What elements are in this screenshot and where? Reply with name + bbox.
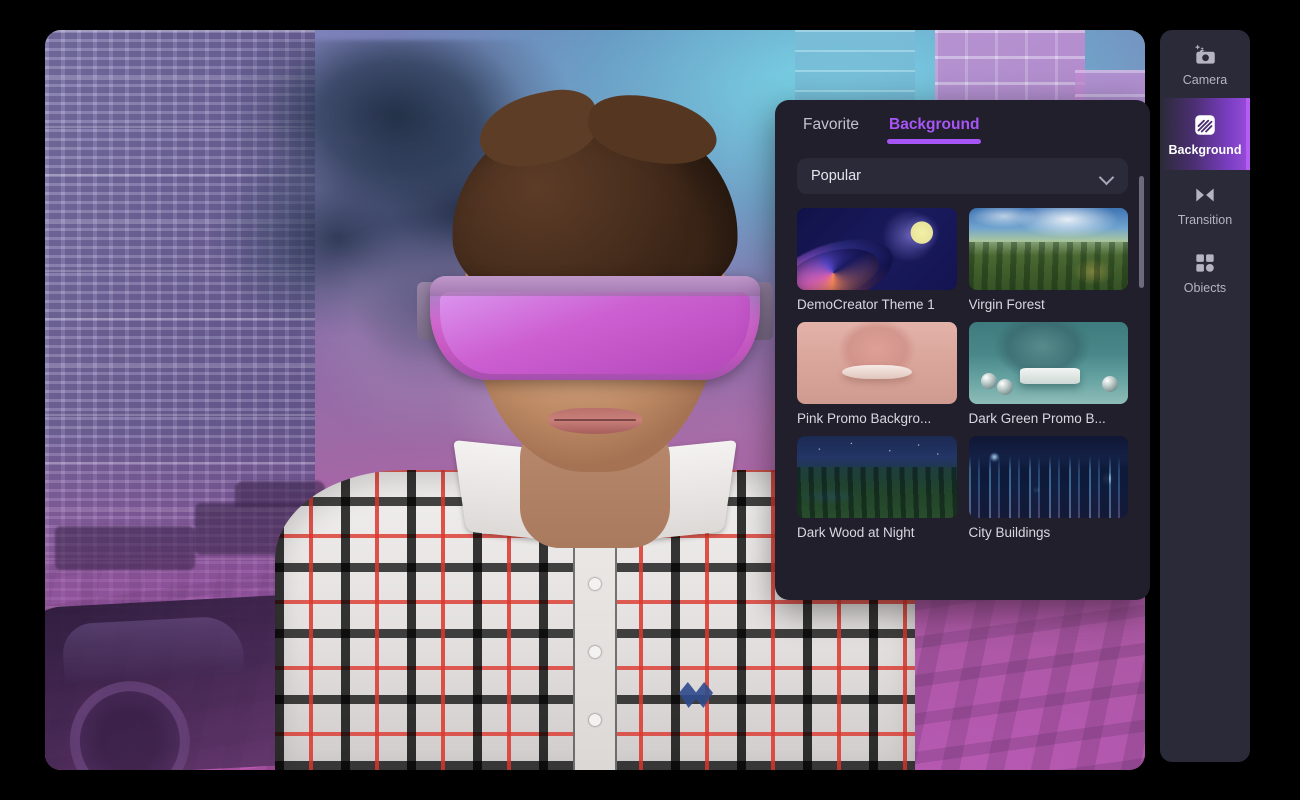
- objects-grid-icon: [1196, 254, 1214, 272]
- chevron-down-icon: [1100, 172, 1114, 181]
- background-hatch-icon: [1195, 115, 1215, 135]
- sidebar-item-background[interactable]: Background: [1160, 98, 1250, 170]
- thumbnail-image: [797, 208, 957, 290]
- thumb-sphere: [1102, 376, 1119, 393]
- thumb-art-pink: [797, 322, 957, 404]
- thumbnail-image: [797, 322, 957, 404]
- background-item-pink-promo[interactable]: Pink Promo Backgro...: [797, 322, 957, 426]
- background-item-label: DemoCreator Theme 1: [797, 297, 935, 312]
- sidebar-item-background-label: Background: [1168, 142, 1242, 157]
- sidebar-item-objects-label: Obiects: [1183, 280, 1227, 295]
- transition-icon: [1196, 188, 1214, 202]
- background-item-label: Virgin Forest: [968, 297, 1045, 312]
- tab-favorite-label: Favorite: [803, 116, 859, 133]
- thumb-art-forest: [968, 208, 1128, 290]
- category-select[interactable]: Popular: [797, 158, 1128, 194]
- background-item-label: Dark Green Promo B...: [968, 411, 1106, 426]
- background-tank: [55, 526, 195, 570]
- thumb-sphere: [981, 372, 998, 389]
- thumbnail-image: [968, 322, 1128, 404]
- thumb-art-night: [797, 436, 957, 518]
- tab-favorite[interactable]: Favorite: [803, 116, 859, 144]
- sidebar-item-transition[interactable]: Transition: [1160, 170, 1250, 238]
- background-item-label: Pink Promo Backgro...: [797, 411, 932, 426]
- background-item-democreator-theme-1[interactable]: DemoCreator Theme 1: [797, 208, 957, 312]
- shirt-button: [589, 578, 601, 590]
- thumbnail-image: [968, 208, 1128, 290]
- panel-scrollbar-thumb[interactable]: [1139, 176, 1144, 288]
- sidebar-item-camera-label: Camera: [1182, 72, 1228, 87]
- shirt-button: [589, 646, 601, 658]
- background-item-dark-wood-at-night[interactable]: Dark Wood at Night: [797, 436, 957, 540]
- background-item-virgin-forest[interactable]: Virgin Forest: [968, 208, 1128, 312]
- background-car-wheel: [66, 678, 193, 770]
- background-thumbnail-grid: DemoCreator Theme 1 Virgin Forest Pink P…: [797, 208, 1128, 540]
- thumb-art-green: [968, 322, 1128, 404]
- background-item-city-buildings[interactable]: City Buildings: [968, 436, 1128, 540]
- background-item-label: Dark Wood at Night: [797, 525, 915, 540]
- background-panel: Favorite Background Popular DemoCreator …: [775, 100, 1150, 600]
- thumbnail-image: [968, 436, 1128, 518]
- category-select-value: Popular: [811, 168, 861, 184]
- shirt-button: [589, 714, 601, 726]
- app-window: Favorite Background Popular DemoCreator …: [0, 0, 1300, 800]
- sidebar-item-transition-label: Transition: [1177, 212, 1233, 227]
- background-item-dark-green-promo[interactable]: Dark Green Promo B...: [968, 322, 1128, 426]
- tab-background[interactable]: Background: [886, 116, 982, 144]
- camera-sparkle-icon: [1194, 44, 1215, 64]
- sidebar-item-objects[interactable]: Obiects: [1160, 238, 1250, 306]
- thumb-art-city: [968, 436, 1128, 518]
- background-item-label: City Buildings: [968, 525, 1051, 540]
- thumb-art-demo: [797, 208, 957, 290]
- person-sunglasses: [430, 276, 760, 380]
- person-mouth: [548, 408, 642, 434]
- thumbnail-image: [797, 436, 957, 518]
- panel-tabs: Favorite Background: [775, 100, 1150, 144]
- sidebar-item-camera[interactable]: Camera: [1160, 30, 1250, 98]
- tool-sidebar: Camera Background Transition Obiects: [1160, 30, 1250, 762]
- thumb-sphere: [997, 379, 1014, 396]
- tab-background-label: Background: [889, 116, 980, 133]
